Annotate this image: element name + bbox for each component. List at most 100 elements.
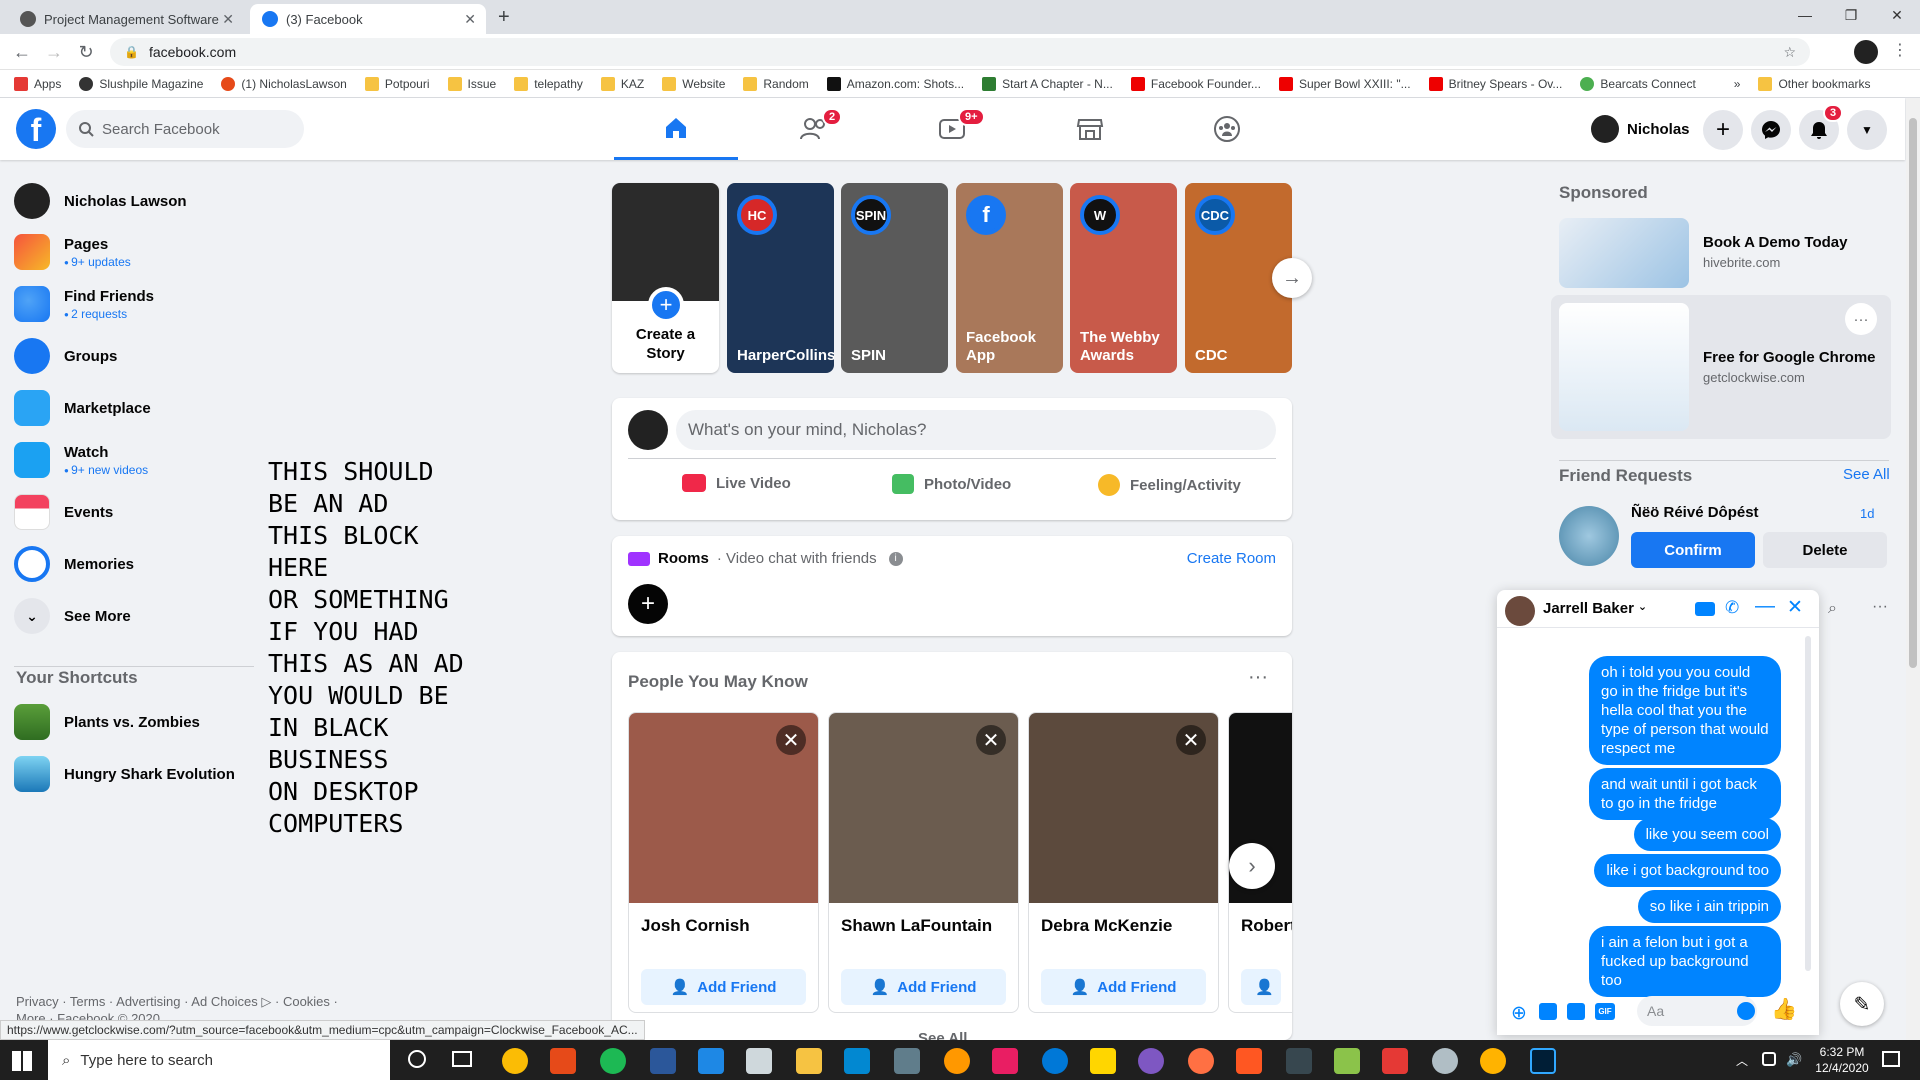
app-icon[interactable] xyxy=(1334,1048,1360,1074)
add-friend-button[interactable]: 👤 Add Friend xyxy=(841,969,1006,1005)
photo-video-button[interactable]: Photo/Video xyxy=(892,474,1011,494)
pymk-person-card[interactable]: ✕ Shawn LaFountain 👤 Add Friend xyxy=(828,712,1019,1013)
account-menu-button[interactable]: ▼ xyxy=(1847,110,1887,150)
bookmark[interactable]: Issue xyxy=(447,76,496,91)
delete-button[interactable]: Delete xyxy=(1763,532,1887,568)
spotify-icon[interactable] xyxy=(600,1048,626,1074)
close-icon[interactable]: ✕ xyxy=(776,725,806,755)
avatar[interactable] xyxy=(1505,596,1535,626)
sponsored-ad[interactable]: Free for Google Chrome getclockwise.com … xyxy=(1551,295,1891,439)
home-tab[interactable] xyxy=(614,98,738,160)
page-scrollbar[interactable] xyxy=(1906,98,1920,1040)
windows-start-icon[interactable] xyxy=(12,1051,32,1071)
bookmark[interactable]: Start A Chapter - N... xyxy=(982,76,1113,91)
bookmark[interactable]: Amazon.com: Shots... xyxy=(826,76,964,91)
facebook-logo-icon[interactable]: f xyxy=(16,109,56,149)
photo-icon[interactable] xyxy=(1539,1003,1557,1020)
bookmark[interactable]: telepathy xyxy=(514,76,583,91)
scrollbar-thumb[interactable] xyxy=(1909,118,1917,668)
store-icon[interactable] xyxy=(844,1048,870,1074)
bookmark[interactable]: KAZ xyxy=(600,76,644,91)
requester-avatar[interactable] xyxy=(1559,506,1619,566)
app-icon[interactable] xyxy=(1188,1048,1214,1074)
app-icon[interactable] xyxy=(1480,1048,1506,1074)
bookmark[interactable]: Slushpile Magazine xyxy=(79,76,203,91)
marketplace-tab[interactable] xyxy=(1028,98,1152,160)
back-icon[interactable]: ← xyxy=(10,40,34,64)
shortcut-item[interactable]: Hungry Shark Evolution xyxy=(14,756,235,792)
office-icon[interactable] xyxy=(550,1048,576,1074)
file-explorer-icon[interactable] xyxy=(796,1048,822,1074)
add-friend-button[interactable]: 👤 Add Friend xyxy=(641,969,806,1005)
new-tab-icon[interactable]: + xyxy=(498,6,510,29)
bookmark[interactable]: Bearcats Connect xyxy=(1580,76,1696,91)
word-icon[interactable] xyxy=(650,1048,676,1074)
bookmark[interactable]: Potpouri xyxy=(364,76,430,91)
close-icon[interactable]: ✕ xyxy=(976,725,1006,755)
messenger-button[interactable] xyxy=(1751,110,1791,150)
feeling-activity-button[interactable]: Feeling/Activity xyxy=(1098,474,1241,496)
address-bar[interactable]: 🔒 facebook.com ☆ xyxy=(110,38,1810,66)
stories-next-button[interactable]: → xyxy=(1272,258,1312,298)
more-options-icon[interactable]: ··· xyxy=(1248,666,1268,689)
emoji-icon[interactable] xyxy=(1737,1002,1755,1020)
app-icon[interactable] xyxy=(1382,1048,1408,1074)
see-all-link[interactable]: See All xyxy=(918,1030,967,1040)
create-room-link[interactable]: Create Room xyxy=(1187,550,1276,567)
info-icon[interactable]: i xyxy=(888,551,903,566)
camera-icon[interactable] xyxy=(894,1048,920,1074)
sidebar-item-find-friends[interactable]: Find Friends 2 requests xyxy=(14,286,154,322)
close-window-icon[interactable]: ✕ xyxy=(1874,0,1920,30)
app-icon[interactable] xyxy=(1138,1048,1164,1074)
sidebar-see-more[interactable]: ⌄ See More xyxy=(14,598,131,634)
close-icon[interactable]: ✕ xyxy=(1176,725,1206,755)
more-options-icon[interactable]: ··· xyxy=(1845,303,1877,335)
app-icon[interactable] xyxy=(1286,1048,1312,1074)
add-attachment-icon[interactable]: ⊕ xyxy=(1511,1002,1527,1025)
friends-tab[interactable]: 2 xyxy=(752,98,876,160)
search-contacts-icon[interactable]: ⌕ xyxy=(1828,600,1837,618)
edge-icon[interactable] xyxy=(1042,1048,1068,1074)
chat-contact-name[interactable]: Jarrell Baker ⌄ xyxy=(1543,600,1647,617)
more-bookmarks-icon[interactable]: » xyxy=(1734,77,1741,91)
tab-project-management[interactable]: Project Management Software ✕ xyxy=(8,4,244,34)
star-icon[interactable]: ☆ xyxy=(1783,44,1796,61)
phone-icon[interactable]: ✆ xyxy=(1725,598,1739,618)
search-input[interactable]: Search Facebook xyxy=(66,110,304,148)
story-card[interactable]: HC HarperCollins xyxy=(727,183,834,373)
close-tab-icon[interactable]: ✕ xyxy=(222,11,234,28)
add-friend-button[interactable]: 👤 xyxy=(1241,969,1281,1005)
watch-tab[interactable]: 9+ xyxy=(890,98,1014,160)
bookmark[interactable]: Other bookmarks xyxy=(1758,76,1871,91)
close-chat-icon[interactable]: ✕ xyxy=(1787,596,1803,619)
live-video-button[interactable]: Live Video xyxy=(682,474,791,492)
notepad-icon[interactable] xyxy=(746,1048,772,1074)
sponsored-ad[interactable]: Book A Demo Today hivebrite.com xyxy=(1559,218,1889,288)
create-button[interactable]: + xyxy=(1703,110,1743,150)
bookmark[interactable]: Super Bowl XXIII: "... xyxy=(1278,76,1411,91)
see-all-requests-link[interactable]: See All xyxy=(1843,466,1890,483)
profile-button[interactable]: Nicholas xyxy=(1587,110,1700,148)
chat-scrollbar[interactable] xyxy=(1805,636,1811,971)
volume-icon[interactable]: 🔊 xyxy=(1786,1052,1802,1068)
bookmark[interactable]: Random xyxy=(743,76,809,91)
sidebar-item-events[interactable]: Events xyxy=(14,494,113,530)
bookmark[interactable]: Website xyxy=(662,76,725,91)
gif-icon[interactable]: GIF xyxy=(1595,1003,1615,1020)
pymk-person-card[interactable]: ✕ Debra McKenzie 👤 Add Friend xyxy=(1028,712,1219,1013)
tab-facebook[interactable]: (3) Facebook ✕ xyxy=(250,4,486,34)
requester-name[interactable]: Ñëö Réivé Dôpést xyxy=(1631,504,1759,521)
new-message-button[interactable]: ✎ xyxy=(1840,982,1884,1026)
groups-tab[interactable] xyxy=(1165,98,1289,160)
network-icon[interactable] xyxy=(1762,1052,1776,1066)
bookmark[interactable]: Facebook Founder... xyxy=(1130,76,1261,91)
notification-center-icon[interactable] xyxy=(1882,1051,1900,1067)
app-icon[interactable] xyxy=(1236,1048,1262,1074)
footer-links[interactable]: Privacy · Terms · Advertising · Ad Choic… xyxy=(16,994,338,1010)
bookmark[interactable]: Britney Spears - Ov... xyxy=(1428,76,1562,91)
sidebar-profile[interactable]: Nicholas Lawson xyxy=(14,183,187,219)
app-icon[interactable] xyxy=(944,1048,970,1074)
sidebar-item-watch[interactable]: Watch 9+ new videos xyxy=(14,442,148,478)
sticky-notes-icon[interactable] xyxy=(1090,1048,1116,1074)
video-call-icon[interactable] xyxy=(1695,602,1715,616)
